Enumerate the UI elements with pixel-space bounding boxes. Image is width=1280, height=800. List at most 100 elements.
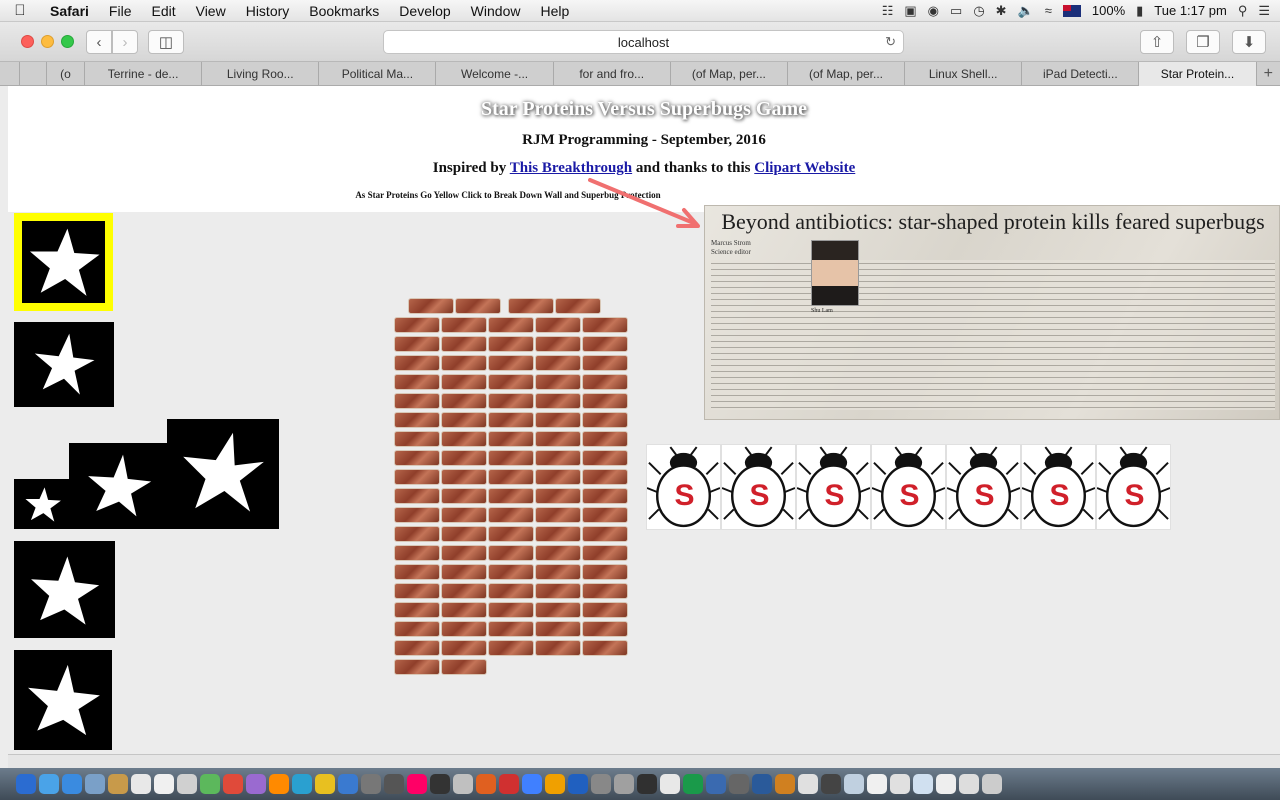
- brick[interactable]: [441, 412, 487, 428]
- brick[interactable]: [441, 469, 487, 485]
- menu-app[interactable]: Safari: [40, 3, 99, 19]
- brick[interactable]: [582, 450, 628, 466]
- menu-view[interactable]: View: [186, 3, 236, 19]
- brick[interactable]: [488, 526, 534, 542]
- dock-app-icon[interactable]: [62, 774, 82, 794]
- brick[interactable]: [488, 640, 534, 656]
- brick[interactable]: [535, 640, 581, 656]
- brick[interactable]: [488, 336, 534, 352]
- breakthrough-link[interactable]: This Breakthrough: [510, 160, 632, 176]
- dock-app-icon[interactable]: [545, 774, 565, 794]
- dock-app-icon[interactable]: [959, 774, 979, 794]
- brick[interactable]: [394, 545, 440, 561]
- dock-app-icon[interactable]: [936, 774, 956, 794]
- brick[interactable]: [408, 298, 454, 314]
- brick[interactable]: [441, 317, 487, 333]
- forward-button[interactable]: ›: [112, 30, 138, 54]
- brick[interactable]: [535, 412, 581, 428]
- tab-4[interactable]: Welcome -...: [436, 62, 554, 86]
- brick[interactable]: [582, 336, 628, 352]
- dock-app-icon[interactable]: [729, 774, 749, 794]
- dock-app-icon[interactable]: [177, 774, 197, 794]
- tab-10-active[interactable]: Star Protein...: [1139, 62, 1257, 86]
- brick[interactable]: [441, 640, 487, 656]
- app-status-icon[interactable]: ▣: [904, 3, 916, 19]
- dock-app-icon[interactable]: [223, 774, 243, 794]
- battery-icon[interactable]: ▮: [1136, 3, 1143, 19]
- brick[interactable]: [488, 317, 534, 333]
- brick[interactable]: [488, 602, 534, 618]
- brick[interactable]: [441, 545, 487, 561]
- new-tab-button[interactable]: +: [1257, 62, 1280, 85]
- brick[interactable]: [488, 450, 534, 466]
- dock-app-icon[interactable]: [706, 774, 726, 794]
- dock-app-icon[interactable]: [108, 774, 128, 794]
- volume-icon[interactable]: 🔈: [1018, 3, 1034, 19]
- brick[interactable]: [441, 431, 487, 447]
- dock-app-icon[interactable]: [890, 774, 910, 794]
- superbug[interactable]: S: [646, 444, 721, 530]
- brick[interactable]: [582, 621, 628, 637]
- brick[interactable]: [394, 469, 440, 485]
- close-window-button[interactable]: [21, 35, 34, 48]
- brick[interactable]: [394, 507, 440, 523]
- brick[interactable]: [441, 393, 487, 409]
- brick[interactable]: [535, 450, 581, 466]
- menu-develop[interactable]: Develop: [389, 3, 460, 19]
- superbug[interactable]: S: [1021, 444, 1096, 530]
- dock-app-icon[interactable]: [430, 774, 450, 794]
- wifi-icon[interactable]: ≈: [1045, 3, 1052, 18]
- brick[interactable]: [394, 621, 440, 637]
- dock-app-icon[interactable]: [660, 774, 680, 794]
- dock-app-icon[interactable]: [292, 774, 312, 794]
- brick[interactable]: [535, 564, 581, 580]
- clipart-link[interactable]: Clipart Website: [754, 160, 855, 176]
- dock-app-icon[interactable]: [131, 774, 151, 794]
- star-protein-5-large[interactable]: [167, 419, 279, 529]
- brick[interactable]: [582, 488, 628, 504]
- brick[interactable]: [488, 507, 534, 523]
- brick[interactable]: [441, 564, 487, 580]
- brick[interactable]: [488, 621, 534, 637]
- dock-app-icon[interactable]: [453, 774, 473, 794]
- brick[interactable]: [535, 317, 581, 333]
- tab-overflow-left-2[interactable]: [20, 62, 47, 85]
- brick[interactable]: [394, 431, 440, 447]
- brick[interactable]: [535, 621, 581, 637]
- input-source-flag-icon[interactable]: [1062, 4, 1081, 17]
- brick[interactable]: [508, 298, 554, 314]
- brick[interactable]: [582, 583, 628, 599]
- dock-app-icon[interactable]: [591, 774, 611, 794]
- brick[interactable]: [441, 583, 487, 599]
- tab-8[interactable]: Linux Shell...: [905, 62, 1023, 86]
- menu-window[interactable]: Window: [461, 3, 531, 19]
- brick[interactable]: [394, 374, 440, 390]
- brick[interactable]: [394, 412, 440, 428]
- tab-1[interactable]: Terrine - de...: [85, 62, 203, 86]
- tab-5[interactable]: for and fro...: [554, 62, 671, 86]
- back-button[interactable]: ‹: [86, 30, 112, 54]
- brick[interactable]: [455, 298, 501, 314]
- dock-app-icon[interactable]: [16, 774, 36, 794]
- star-protein-7[interactable]: [14, 650, 112, 750]
- brick[interactable]: [488, 488, 534, 504]
- brick[interactable]: [441, 355, 487, 371]
- menu-file[interactable]: File: [99, 3, 142, 19]
- brick[interactable]: [394, 526, 440, 542]
- brick[interactable]: [441, 659, 487, 675]
- tab-overflow-left[interactable]: [0, 62, 20, 85]
- brick[interactable]: [394, 564, 440, 580]
- menu-bookmarks[interactable]: Bookmarks: [299, 3, 389, 19]
- brick[interactable]: [535, 488, 581, 504]
- brick[interactable]: [582, 640, 628, 656]
- brick[interactable]: [535, 583, 581, 599]
- dock-app-icon[interactable]: [568, 774, 588, 794]
- minimize-window-button[interactable]: [41, 35, 54, 48]
- dock-app-icon[interactable]: [361, 774, 381, 794]
- brick[interactable]: [394, 602, 440, 618]
- brick[interactable]: [488, 393, 534, 409]
- brick[interactable]: [394, 640, 440, 656]
- superbug[interactable]: S: [871, 444, 946, 530]
- dock-app-icon[interactable]: [246, 774, 266, 794]
- notification-center-icon[interactable]: ☰: [1258, 3, 1270, 19]
